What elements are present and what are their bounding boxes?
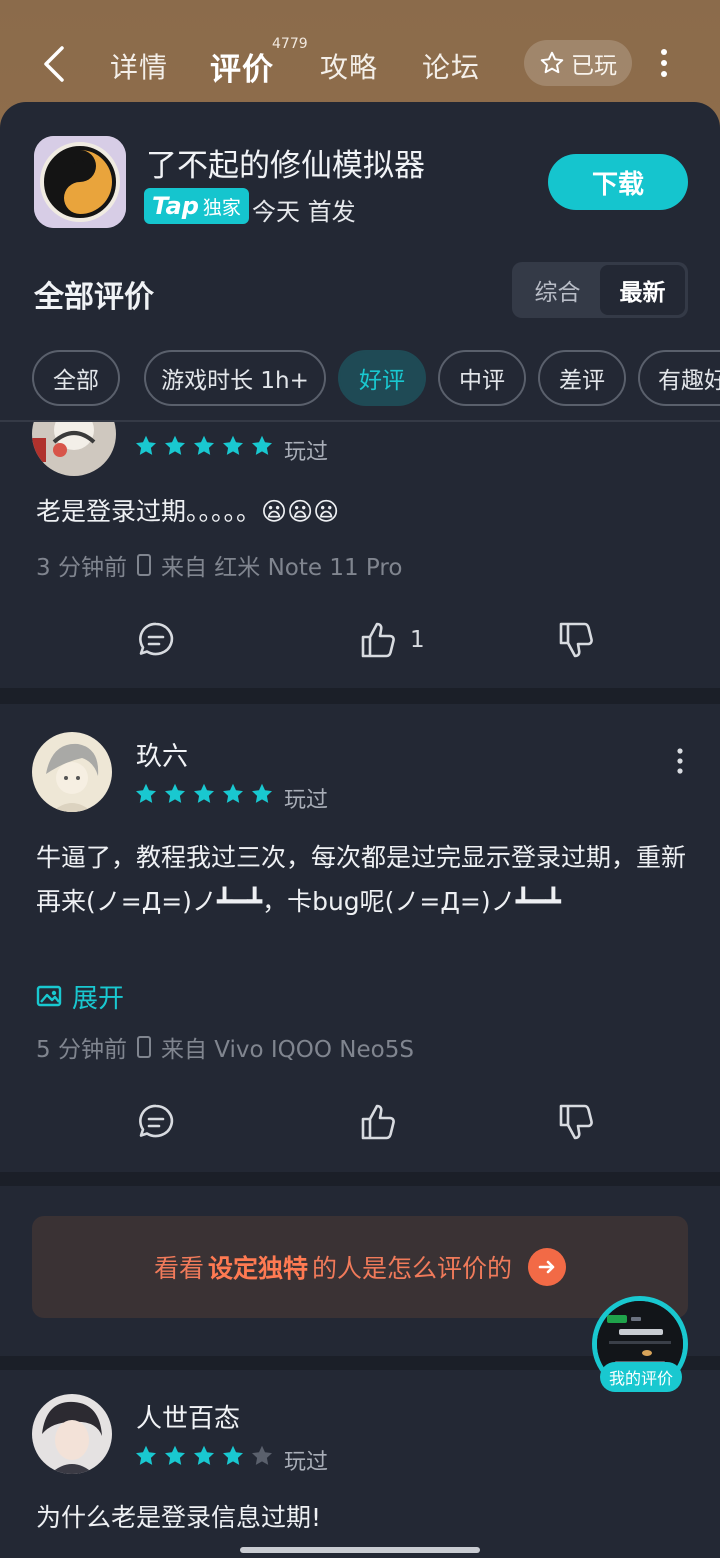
review-actions: 1 bbox=[0, 610, 720, 670]
filter-playtime[interactable]: 游戏时长 1h+ bbox=[144, 350, 326, 406]
filter-negative[interactable]: 差评 bbox=[538, 350, 626, 406]
filter-neutral[interactable]: 中评 bbox=[438, 350, 526, 406]
played-label: 已玩 bbox=[571, 53, 617, 79]
more-options-icon[interactable] bbox=[656, 48, 672, 78]
username[interactable]: 玖六 bbox=[136, 736, 188, 773]
star-icon bbox=[223, 783, 243, 803]
review-meta: 3 分钟前 来自 红米 Note 11 Pro bbox=[36, 548, 402, 582]
home-indicator bbox=[240, 1547, 480, 1553]
download-button[interactable]: 下载 bbox=[548, 154, 688, 210]
star-empty-icon bbox=[252, 1445, 272, 1465]
rating-stars bbox=[134, 1444, 274, 1468]
tab-guides[interactable]: 攻略 bbox=[320, 46, 378, 86]
like-count: 1 bbox=[410, 627, 425, 653]
phone-icon bbox=[136, 1036, 151, 1058]
arrow-right-icon bbox=[528, 1248, 567, 1286]
played-tag: 玩过 bbox=[284, 440, 329, 465]
review-card: 玩过 老是登录过期。。。。。😦😦😦 3 分钟前 来自 红米 Note 11 Pr… bbox=[0, 422, 720, 688]
review-actions bbox=[0, 1092, 720, 1152]
tab-forum[interactable]: 论坛 bbox=[422, 46, 480, 86]
my-review-label[interactable]: 我的评价 bbox=[600, 1362, 682, 1392]
star-icon bbox=[136, 435, 156, 455]
played-button[interactable]: 已玩 bbox=[524, 40, 632, 86]
avatar[interactable] bbox=[32, 1394, 112, 1474]
star-outline-icon bbox=[540, 51, 564, 74]
filter-chips: 全部 游戏时长 1h+ 好评 中评 差评 有趣好 bbox=[32, 350, 720, 406]
thumbs-up-icon bbox=[361, 1104, 395, 1140]
game-title: 了不起的修仙模拟器 bbox=[146, 148, 425, 184]
promo-highlight: 设定独特 bbox=[207, 1254, 308, 1283]
star-icon bbox=[136, 1445, 156, 1465]
dislike-button[interactable] bbox=[556, 610, 596, 670]
rating-stars bbox=[134, 782, 274, 806]
dislike-button[interactable] bbox=[556, 1092, 596, 1152]
star-icon bbox=[194, 1445, 214, 1465]
promo-prefix: 看看 bbox=[153, 1254, 204, 1283]
comment-icon bbox=[139, 1104, 174, 1138]
image-icon bbox=[36, 985, 62, 1006]
comment-icon bbox=[139, 622, 174, 656]
review-meta: 5 分钟前 来自 Vivo IQOO Neo5S bbox=[36, 1030, 414, 1064]
review-device: 来自 Vivo IQOO Neo5S bbox=[160, 1037, 414, 1063]
sort-latest[interactable]: 最新 bbox=[600, 265, 685, 315]
thumbs-up-icon bbox=[361, 622, 395, 658]
card-separator bbox=[0, 1172, 720, 1186]
review-text[interactable]: 老是登录过期。。。。。😦😦😦 bbox=[36, 490, 686, 534]
card-separator bbox=[0, 688, 720, 704]
like-button[interactable]: 1 bbox=[358, 610, 425, 670]
expand-label: 展开 bbox=[72, 984, 125, 1014]
star-icon bbox=[194, 435, 214, 455]
game-icon bbox=[34, 136, 126, 228]
filter-interesting[interactable]: 有趣好 bbox=[638, 350, 720, 406]
release-info: 今天 首发 bbox=[252, 198, 356, 226]
star-icon bbox=[252, 435, 272, 455]
thumbs-down-icon bbox=[559, 1104, 593, 1140]
comment-button[interactable] bbox=[136, 610, 176, 670]
tap-logo-text: Tap bbox=[152, 192, 199, 220]
sort-toggle: 综合 最新 bbox=[512, 262, 688, 318]
tap-exclusive-badge: Tap 独家 bbox=[144, 188, 249, 224]
filter-all[interactable]: 全部 bbox=[32, 350, 120, 406]
promo-suffix: 的人是怎么评价的 bbox=[312, 1254, 513, 1283]
sort-comprehensive[interactable]: 综合 bbox=[515, 265, 600, 315]
review-count: 4779 bbox=[272, 36, 308, 52]
expand-link[interactable]: 展开 bbox=[36, 978, 124, 1015]
comment-button[interactable] bbox=[136, 1092, 176, 1152]
more-options-icon[interactable] bbox=[672, 746, 688, 776]
thumbs-down-icon bbox=[559, 622, 593, 658]
review-card: 人世百态 玩过 为什么老是登录信息过期! bbox=[0, 1370, 720, 1558]
promo-banner[interactable]: 看看 设定独特 的人是怎么评价的 bbox=[32, 1216, 688, 1318]
tab-reviews[interactable]: 评价 bbox=[210, 44, 274, 89]
review-time: 5 分钟前 bbox=[36, 1037, 127, 1063]
star-icon bbox=[165, 435, 185, 455]
review-card: 玖六 玩过 牛逼了，教程我过三次，每次都是过完显示登录过期，重新再来(ノ=Д=)… bbox=[0, 704, 720, 1172]
rating-stars bbox=[134, 434, 274, 458]
tab-details[interactable]: 详情 bbox=[110, 46, 168, 86]
review-text[interactable]: 为什么老是登录信息过期! bbox=[36, 1496, 686, 1540]
filter-positive[interactable]: 好评 bbox=[338, 350, 426, 406]
star-icon bbox=[194, 783, 214, 803]
review-time: 3 分钟前 bbox=[36, 555, 127, 581]
review-text[interactable]: 牛逼了，教程我过三次，每次都是过完显示登录过期，重新再来(ノ=Д=)ノ┻━┻，卡… bbox=[36, 836, 686, 924]
phone-icon bbox=[136, 554, 151, 576]
all-reviews-title: 全部评价 bbox=[34, 280, 154, 315]
star-icon bbox=[165, 1445, 185, 1465]
exclusive-text: 独家 bbox=[202, 196, 241, 219]
star-icon bbox=[136, 783, 156, 803]
star-icon bbox=[223, 1445, 243, 1465]
back-arrow-icon[interactable] bbox=[38, 44, 72, 84]
avatar[interactable] bbox=[32, 422, 116, 476]
star-icon bbox=[252, 783, 272, 803]
played-tag: 玩过 bbox=[284, 788, 329, 813]
like-button[interactable] bbox=[358, 1092, 398, 1152]
star-icon bbox=[223, 435, 243, 455]
review-device: 来自 红米 Note 11 Pro bbox=[160, 555, 403, 581]
played-tag: 玩过 bbox=[284, 1450, 329, 1475]
avatar[interactable] bbox=[32, 732, 112, 812]
star-icon bbox=[165, 783, 185, 803]
username[interactable]: 人世百态 bbox=[136, 1398, 240, 1435]
top-navigation: 详情 评价 4779 攻略 论坛 已玩 bbox=[0, 20, 720, 106]
